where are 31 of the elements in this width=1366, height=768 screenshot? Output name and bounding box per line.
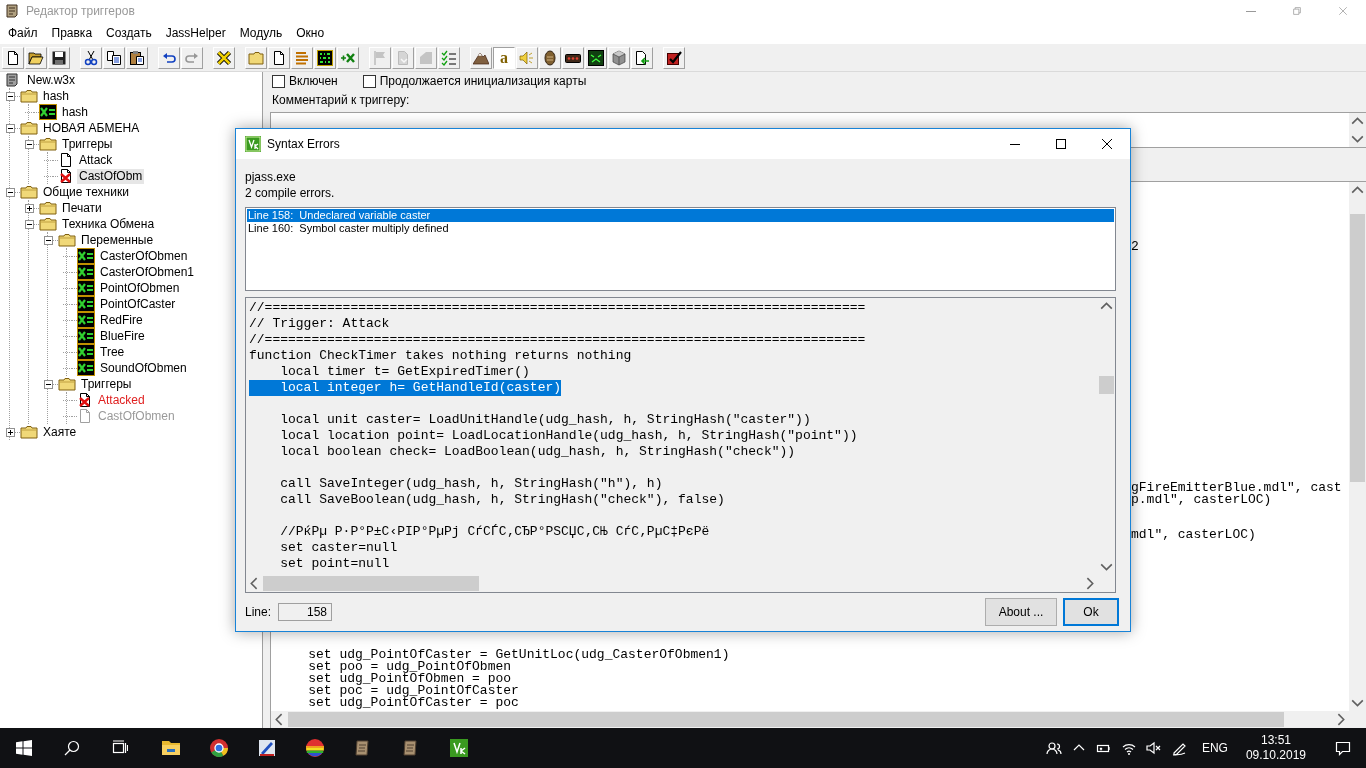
clock-date: 09.10.2019: [1245, 748, 1306, 763]
code-line: //=============================================================================: [249, 300, 866, 316]
code-line: call SaveInteger(udg_hash, h, StringHash("h"), h): [279, 476, 663, 492]
field-label: Line:: [245, 605, 272, 619]
code-line: set udg_PointOfCaster = poc: [307, 697, 519, 709]
code-line: //=============================================================================: [249, 332, 866, 348]
code-line: local boolean check= LoadBoolean(udg_hash, h, StringHash("check")): [279, 444, 796, 460]
field-label: Комментарий к триггеру:: [271, 92, 411, 108]
code-line: call SaveBoolean(udg_hash, h, StringHash("check"), false): [279, 492, 725, 508]
code-line: set poc = udg_PointOfCaster: [307, 685, 519, 697]
code-line: set point=null: [279, 556, 390, 572]
code-line: // Trigger: Attack: [249, 316, 390, 332]
code-line: set udg_PointOfObmen = poo: [307, 673, 512, 685]
error-summary: 2 compile errors.: [245, 185, 336, 201]
window-title: Редактор триггеров: [26, 4, 136, 18]
line-field: 158: [278, 603, 333, 621]
code-line: set caster=null: [279, 540, 398, 556]
code-line: local timer t= GetExpiredTimer(): [279, 364, 530, 380]
tool-name: pjass.exe: [245, 169, 297, 185]
code-line: p.mdl", casterLOC): [1131, 494, 1272, 506]
code-line: local unit caster= LoadUnitHandle(udg_hash, h, StringHash("caster")): [279, 412, 811, 428]
code-line: //РќРµ Р·Р°Р±С‹РІР°РµРј СѓСЃС‚СЂР°РЅСЏС‚СЊ СѓС‚РµС‡РєРё: [279, 524, 710, 540]
dialog-title: Syntax Errors: [267, 137, 341, 151]
code-line: function CheckTimer takes nothing returns nothing: [249, 348, 632, 364]
code-line: 2: [1131, 241, 1139, 253]
code-line: gFireEmitterBlue.mdl", cast: [1131, 482, 1342, 494]
code-line: set poo = udg_PointOfObmen: [307, 661, 512, 673]
code-line: mdl", casterLOC): [1131, 529, 1256, 541]
code-line: local location point= LoadLocationHandle(udg_hash, h, StringHash("point")): [279, 428, 858, 444]
clock-time: 13:51: [1260, 733, 1291, 748]
code-line: set udg_PointOfCaster = GetUnitLoc(udg_CasterOfObmen1): [307, 649, 730, 661]
